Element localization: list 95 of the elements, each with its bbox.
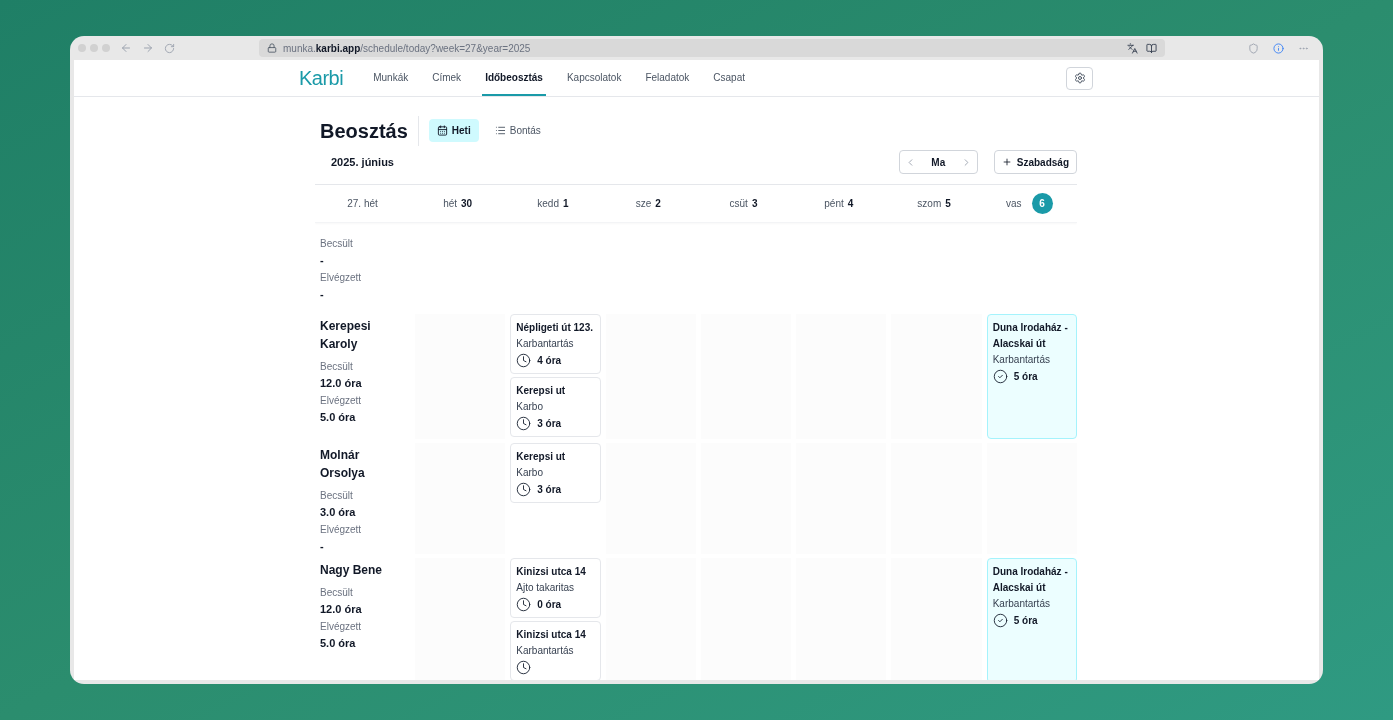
day-name: csüt <box>729 197 748 211</box>
day-name: sze <box>635 197 652 211</box>
job-type: Ajto takaritas <box>516 581 576 595</box>
job-hours: 0 óra <box>537 597 562 612</box>
estimated-label: Becsült <box>320 586 354 600</box>
lock-icon <box>267 43 277 53</box>
view-tab[interactable]: Bontás <box>486 119 549 142</box>
day-name: vas <box>1006 197 1022 211</box>
reader-icon[interactable] <box>1146 42 1157 54</box>
estimated-value: 12.0 óra <box>320 376 363 391</box>
job-title: Duna Irodaház - Alacskai út <box>992 321 1069 351</box>
job-type: Karbantartás <box>992 597 1051 611</box>
nav-tab[interactable]: Kapcsolatok <box>563 60 625 96</box>
person-name: Molnár Orsolya <box>320 447 366 482</box>
clock-icon <box>516 352 532 368</box>
translate-icon[interactable] <box>1127 42 1138 54</box>
week-label: 27. hét <box>346 197 379 211</box>
page-title: Beosztás <box>320 115 419 146</box>
job-card[interactable]: Kerepsi ut Karbo 3 óra <box>510 377 601 437</box>
job-hours: 5 óra <box>1013 613 1038 628</box>
clock-icon <box>516 596 532 612</box>
day-number: 6 <box>1031 193 1053 214</box>
plus-icon <box>1001 157 1012 167</box>
job-title: Kinizsi utca 14 <box>516 565 587 579</box>
job-type: Karbo <box>516 466 544 480</box>
calendar-icon <box>436 125 448 136</box>
done-value: - <box>320 539 325 554</box>
nav-tab[interactable]: Csapat <box>710 60 748 96</box>
done-label: Elvégzett <box>320 620 363 634</box>
done-value: 5.0 óra <box>320 410 357 425</box>
day-name: kedd <box>537 197 559 211</box>
done-value: 5.0 óra <box>320 636 357 651</box>
job-card[interactable]: Népligeti út 123. Karbantartás 4 óra <box>510 314 601 374</box>
job-hours: 4 óra <box>537 353 562 368</box>
job-title: Kerepsi ut <box>516 384 567 398</box>
view-tab[interactable]: Heti <box>428 119 479 142</box>
day-number: 2 <box>655 197 661 211</box>
nav-tab[interactable]: Munkák <box>370 60 412 96</box>
back-icon[interactable] <box>120 42 132 54</box>
estimated-value: 3.0 óra <box>320 505 357 520</box>
job-card[interactable]: Duna Irodaház - Alacskai út Karbantartás 5 óra <box>986 558 1077 680</box>
day-number: 3 <box>751 197 758 211</box>
job-hours: 3 óra <box>537 416 562 431</box>
nav-tab[interactable]: Időbeosztás <box>482 60 546 96</box>
check-circle-icon <box>992 368 1008 384</box>
day-name: hét <box>443 197 458 211</box>
estimated-value: 12.0 óra <box>320 602 363 617</box>
job-title: Kerepsi ut <box>516 450 567 464</box>
day-number: 1 <box>563 197 569 211</box>
job-type: Karbantartás <box>992 353 1051 367</box>
day-name: szom <box>917 197 942 211</box>
settings-icon <box>1073 72 1086 84</box>
month-label: 2025. június <box>331 155 394 170</box>
estimated-label: Becsült <box>320 360 354 374</box>
extension-icon[interactable] <box>1248 42 1259 54</box>
estimated-label: Becsült <box>320 237 354 251</box>
url-text: munka.karbi.app/schedule/today?week=27&year=2025 <box>283 41 531 56</box>
done-label: Elvégzett <box>320 271 363 285</box>
day-number: 5 <box>945 197 951 211</box>
list-icon <box>494 125 506 136</box>
info-icon[interactable] <box>1273 42 1284 54</box>
job-hours: 5 óra <box>1013 369 1038 384</box>
job-type: Karbo <box>516 400 544 414</box>
leave-button[interactable]: Szabadság <box>993 150 1077 174</box>
job-title: Duna Irodaház - Alacskai út <box>992 565 1069 595</box>
day-name: pént <box>824 197 844 211</box>
settings-button[interactable] <box>1066 66 1093 90</box>
done-label: Elvégzett <box>320 394 363 408</box>
clock-icon <box>516 415 532 431</box>
job-card[interactable]: Kinizsi utca 14 Karbantartás <box>510 621 601 680</box>
person-name: Kerepesi Karoly <box>320 318 372 353</box>
today-button[interactable]: Ma <box>931 154 946 170</box>
person-name: Nagy Bene <box>320 562 384 579</box>
job-hours: 3 óra <box>537 482 562 497</box>
reload-icon[interactable] <box>164 42 175 54</box>
clock-icon <box>516 481 532 497</box>
job-card[interactable]: Kinizsi utca 14 Ajto takaritas 0 óra <box>510 558 601 618</box>
forward-icon[interactable] <box>142 42 154 54</box>
check-circle-icon <box>992 612 1008 628</box>
estimated-value: - <box>320 253 325 268</box>
nav-tab[interactable]: Feladatok <box>642 60 693 96</box>
nav-tab[interactable]: Címek <box>429 60 465 96</box>
job-card[interactable]: Duna Irodaház - Alacskai út Karbantartás 5 óra <box>986 314 1077 439</box>
day-number: 4 <box>847 197 854 211</box>
job-card[interactable]: Kerepsi ut Karbo 3 óra <box>510 443 601 503</box>
address-bar[interactable]: munka.karbi.app/schedule/today?week=27&year=2025 <box>259 39 1165 57</box>
job-type: Karbantartás <box>516 337 575 351</box>
job-title: Népligeti út 123. <box>516 321 594 335</box>
estimated-label: Becsült <box>320 489 354 503</box>
day-number: 30 <box>461 197 473 211</box>
done-label: Elvégzett <box>320 523 363 537</box>
done-value: - <box>320 287 325 302</box>
job-type: Karbantartás <box>516 644 575 658</box>
clock-icon <box>516 659 532 675</box>
job-title: Kinizsi utca 14 <box>516 628 587 642</box>
